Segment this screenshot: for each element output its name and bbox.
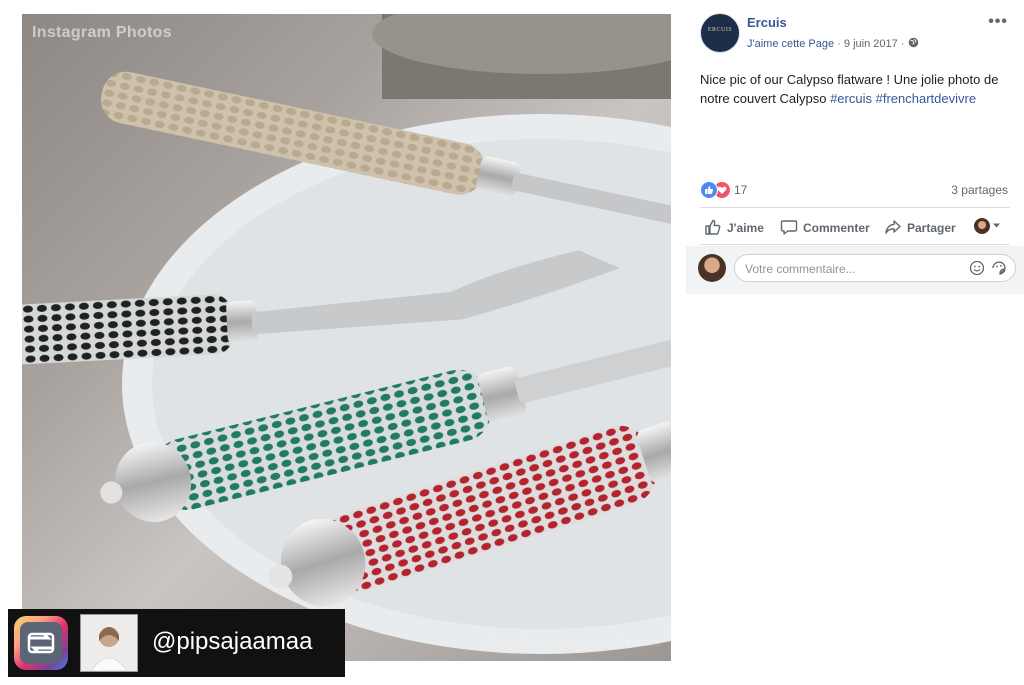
more-options-button[interactable]: ••• (988, 13, 1008, 31)
like-reaction-icon (700, 181, 718, 199)
repost-banner: @pipsajaamaa (8, 609, 345, 677)
emoji-icon[interactable] (969, 260, 985, 276)
shop-caption: Christofle · Boutique Saint-Germain (485, 637, 659, 649)
comment-icon (780, 220, 798, 235)
hashtag-ercuis[interactable]: #ercuis (830, 91, 872, 106)
like-label: J'aime (727, 221, 764, 235)
post-meta: J'aime cette Page · 9 juin 2017 · (747, 37, 919, 50)
page-logo-text: ERCUIS (707, 27, 733, 33)
divider (700, 244, 1010, 245)
meta-separator: · (837, 38, 841, 50)
post-text: Nice pic of our Calypso flatware ! Une j… (700, 70, 1012, 108)
screenshot-frame: Instagram Photos Christofle · Boutique S… (0, 0, 1024, 685)
comment-composer (686, 246, 1024, 294)
action-bar: J'aime Commenter Partager (700, 212, 1010, 242)
page-name-link[interactable]: Ercuis (747, 15, 787, 30)
instagram-watermark: Instagram Photos (32, 24, 172, 41)
comment-label: Commenter (803, 221, 870, 235)
page-avatar[interactable]: ERCUIS (700, 13, 740, 53)
caret-down-icon (993, 223, 1000, 228)
like-page-link[interactable]: J'aime cette Page (747, 38, 834, 50)
like-button[interactable]: J'aime (704, 218, 764, 236)
shares-count[interactable]: 3 partages (951, 183, 1008, 197)
profile-avatar-icon (974, 218, 990, 234)
post-photo[interactable]: Instagram Photos Christofle · Boutique S… (22, 14, 671, 661)
post-panel: ERCUIS Ercuis J'aime cette Page · 9 juin… (686, 0, 1024, 685)
sticker-icon[interactable] (991, 260, 1007, 276)
react-as-selector[interactable] (974, 218, 1001, 236)
comment-box[interactable] (734, 254, 1016, 282)
repost-app-icon (14, 616, 68, 670)
thumbs-up-icon (705, 219, 721, 235)
reaction-count: 17 (734, 183, 748, 197)
share-label: Partager (907, 221, 956, 235)
share-button[interactable]: Partager (884, 218, 956, 236)
repost-user-avatar (80, 614, 138, 672)
comment-button[interactable]: Commenter (780, 218, 870, 236)
post-date[interactable]: 9 juin 2017 (844, 38, 898, 50)
globe-icon (908, 37, 918, 48)
user-avatar[interactable] (698, 254, 726, 282)
divider (700, 207, 1010, 208)
hashtag-frenchartdevivre[interactable]: #frenchartdevivre (876, 91, 976, 106)
comment-input[interactable] (743, 260, 967, 278)
repost-handle: @pipsajaamaa (152, 628, 313, 655)
flatware-illustration (22, 14, 671, 654)
meta-separator-2: · (900, 38, 905, 50)
share-icon (885, 220, 901, 234)
